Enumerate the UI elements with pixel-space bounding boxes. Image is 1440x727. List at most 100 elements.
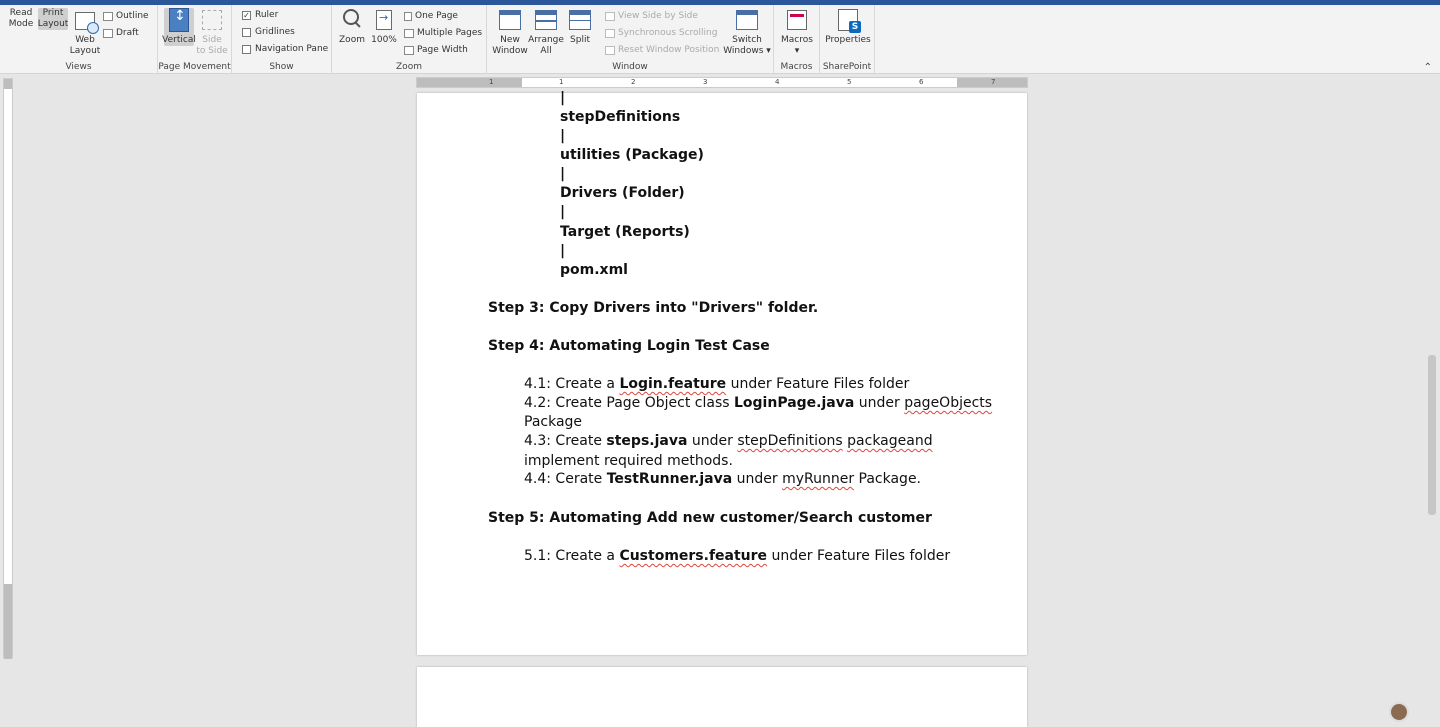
side-to-side-button[interactable]: Side to Side [196,8,228,57]
window-group: New Window Arrange All Split View Side b… [487,5,774,74]
navigation-pane-label: Navigation Pane [255,44,329,54]
read-mode-button[interactable]: Read Mode [6,8,443,124]
step-5-1-line: 5.1: Create a Customers.feature under Fe… [524,548,950,564]
ruler-checkbox[interactable]: ✓ Ruler [242,10,278,20]
new-window-button[interactable]: New Window [492,8,528,57]
text-run: 4.2: Create Page Object class [524,395,734,411]
ribbon-view-tab: Read Mode Print Layout Web Layout Outlin… [0,5,1440,124]
zoom-button[interactable]: Zoom [338,8,366,46]
reset-window-position-icon [605,45,615,55]
zoom-group-label: Zoom [396,62,422,72]
ruler-label: Ruler [255,10,279,20]
tree-line: | [560,166,566,182]
step-3-heading: Step 3: Copy Drivers into "Drivers" fold… [488,300,819,316]
tree-line: stepDefinitions [560,109,681,125]
outline-label: Outline [116,11,149,21]
text-run: stepDefinitions [737,433,843,449]
properties-button[interactable]: Properties [825,8,871,46]
properties-label: Properties [825,35,871,45]
next-document-page[interactable] [417,667,1027,727]
reset-window-position-label: Reset Window Position [618,45,720,55]
text-run: TestRunner.java [606,471,733,487]
sharepoint-group-label: SharePoint [822,62,872,72]
web-layout-button[interactable]: Web Layout [70,8,100,57]
vertical-icon [169,8,189,32]
zoom-100-icon [376,10,392,30]
text-run: under [732,471,783,487]
macros-label: Macros ▾ [781,35,813,56]
side-to-side-label: Side to Side [196,35,228,56]
split-label: Split [570,35,590,45]
vertical-label: Vertical [162,35,196,45]
side-by-side-icon [605,11,615,21]
collapse-ribbon-icon[interactable]: ⌃ [1424,62,1432,73]
macros-icon [787,10,807,30]
step-5-heading: Step 5: Automating Add new customer/Sear… [488,510,932,526]
tree-line: Target (Reports) [560,224,690,240]
page-movement-group-label: Page Movement [158,62,231,72]
navigation-pane-box [242,44,251,54]
tree-line: | [560,243,566,259]
page-width-label: Page Width [417,45,468,55]
text-run: steps.java [606,433,688,449]
horizontal-ruler[interactable]: 1 1 2 3 4 5 6 7 [416,77,1028,88]
ruler-tick: 1 [489,78,494,86]
vertical-ruler[interactable] [3,78,13,659]
ruler-tick: 4 [775,78,780,86]
print-layout-button[interactable]: Print Layout [38,8,475,124]
step-4-2-line-cont: Package [524,414,583,430]
macros-button[interactable]: Macros ▾ [781,8,813,57]
macros-group-label: Macros [780,62,813,72]
arrange-all-button[interactable]: Arrange All [528,8,564,57]
switch-windows-icon [736,10,758,30]
ruler-check-icon: ✓ [242,10,251,20]
split-button[interactable]: Split [565,8,595,46]
magnifier-icon [342,8,362,30]
text-run: Package. [854,471,922,487]
zoom-100-button[interactable]: 100% [370,8,398,46]
zoom-100-label: 100% [371,35,397,45]
arrange-all-label: Arrange All [528,35,564,56]
step-4-heading: Step 4: Automating Login Test Case [488,338,770,354]
window-group-label: Window [612,62,648,72]
switch-windows-button[interactable]: Switch Windows ▾ [723,8,771,57]
vertical-scrollbar-thumb[interactable] [1428,355,1436,515]
presenter-avatar [1389,702,1409,722]
text-run: Login.feature [619,376,727,392]
text-run: pageObjects [904,395,993,411]
draft-label: Draft [116,28,139,38]
text-run: under Feature Files folder [726,376,910,392]
page-width-icon [404,45,414,55]
synchronous-scrolling-button[interactable]: Synchronous Scrolling [605,28,717,38]
navigation-pane-checkbox[interactable]: Navigation Pane [242,44,328,54]
view-side-by-side-label: View Side by Side [618,11,698,21]
page-movement-group: Vertical Side to Side Page Movement [158,5,232,74]
one-page-button[interactable]: One Page [404,11,458,21]
text-run: 4.3: Create [524,433,607,449]
text-run: LoginPage.java [734,395,855,411]
new-window-label: New Window [492,35,528,56]
one-page-icon [404,11,412,21]
gridlines-checkbox[interactable]: Gridlines [242,27,295,37]
view-side-by-side-button[interactable]: View Side by Side [605,11,698,21]
outline-icon [103,11,113,21]
multiple-pages-button[interactable]: Multiple Pages [404,28,482,38]
page-width-button[interactable]: Page Width [404,45,468,55]
ruler-tick: 5 [847,78,852,86]
document-page[interactable] [417,93,1027,655]
ruler-tick: 2 [631,78,636,86]
zoom-group: Zoom 100% One Page Multiple Pages Page W… [332,5,487,74]
outline-button[interactable]: Outline [103,11,149,21]
ruler-tick: 6 [919,78,924,86]
text-run: 5.1: Create a [524,548,620,564]
synchronous-scrolling-icon [605,28,615,38]
web-layout-label: Web Layout [69,35,101,56]
text-run: under Feature Files folder [767,548,951,564]
reset-window-position-button[interactable]: Reset Window Position [605,45,719,55]
web-layout-icon [75,12,99,34]
tree-line: | [560,90,566,106]
step-4-4-line: 4.4: Cerate TestRunner.java under myRunn… [524,471,921,487]
vertical-button[interactable]: Vertical [162,8,196,46]
ruler-tick: 7 [991,78,996,86]
draft-button[interactable]: Draft [103,28,139,38]
